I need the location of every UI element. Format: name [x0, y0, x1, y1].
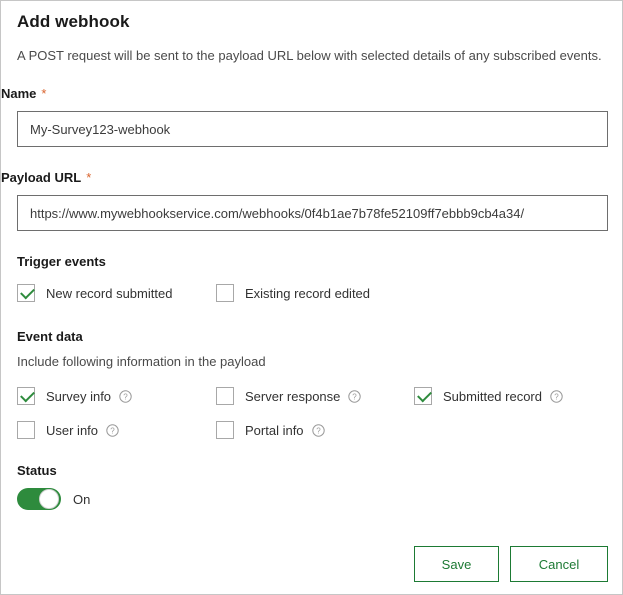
svg-text:?: ? [353, 392, 358, 401]
payload-url-required-asterisk: * [86, 170, 92, 185]
name-label-text: Name [1, 86, 37, 101]
checkbox-label: Existing record edited [245, 285, 371, 301]
status-toggle-label: On [73, 491, 91, 507]
event-data-subheading: Include following information in the pay… [17, 354, 266, 369]
checkbox-box[interactable] [17, 421, 35, 439]
name-required-asterisk: * [41, 86, 47, 101]
save-button[interactable]: Save [414, 546, 499, 582]
checkbox-box[interactable] [17, 387, 35, 405]
svg-text:?: ? [316, 426, 321, 435]
status-toggle-row: On [17, 488, 90, 510]
checkbox-box[interactable] [216, 284, 234, 302]
checkbox-label: Submitted record [443, 388, 542, 404]
dialog-description: A POST request will be sent to the paylo… [17, 48, 602, 63]
help-icon[interactable]: ? [348, 389, 362, 403]
payload-url-field-label: Payload URL * [1, 170, 91, 185]
help-icon[interactable]: ? [106, 423, 119, 437]
cancel-button[interactable]: Cancel [510, 546, 608, 582]
svg-text:?: ? [110, 426, 115, 435]
svg-text:?: ? [554, 392, 559, 401]
trigger-events-heading: Trigger events [17, 254, 106, 269]
checkbox-box[interactable] [17, 284, 35, 302]
checkbox-portal-info[interactable]: Portal info ? [216, 420, 325, 440]
checkbox-new-record-submitted[interactable]: New record submitted [17, 283, 172, 303]
page-title: Add webhook [17, 12, 130, 31]
add-webhook-dialog: Add webhook A POST request will be sent … [0, 0, 623, 595]
svg-text:?: ? [123, 392, 128, 401]
checkbox-existing-record-edited[interactable]: Existing record edited [216, 283, 370, 303]
checkbox-server-response[interactable]: Server response ? [216, 386, 362, 406]
name-field-label: Name * [1, 86, 46, 101]
help-icon[interactable]: ? [119, 389, 132, 403]
checkbox-survey-info[interactable]: Survey info ? [17, 386, 132, 406]
checkbox-box[interactable] [216, 421, 234, 439]
help-icon[interactable]: ? [311, 423, 325, 437]
checkbox-label: New record submitted [46, 285, 173, 301]
event-data-heading: Event data [17, 329, 83, 344]
help-icon[interactable]: ? [550, 389, 563, 403]
status-heading: Status [17, 463, 57, 478]
checkbox-user-info[interactable]: User info ? [17, 420, 119, 440]
checkbox-box[interactable] [216, 387, 234, 405]
name-input[interactable] [17, 111, 608, 147]
checkbox-submitted-record[interactable]: Submitted record ? [414, 386, 563, 406]
checkbox-label: Server response [245, 388, 341, 404]
checkbox-label: Portal info [245, 422, 304, 438]
checkbox-box[interactable] [414, 387, 432, 405]
toggle-knob [39, 489, 59, 509]
checkbox-label: Survey info [46, 388, 112, 404]
payload-url-input[interactable] [17, 195, 608, 231]
checkbox-label: User info [46, 422, 99, 438]
payload-url-label-text: Payload URL [1, 170, 82, 185]
status-toggle[interactable] [17, 488, 61, 510]
